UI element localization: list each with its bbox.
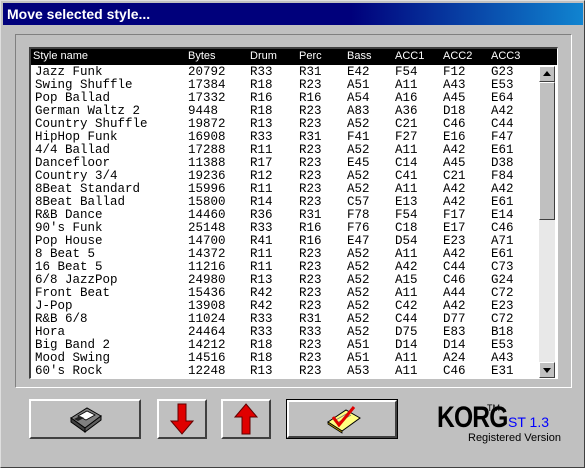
arrow-down-small-icon [543,368,551,373]
cell-style-name: 60's Rock [35,364,103,378]
col-header-style-name: Style name [33,50,89,62]
move-down-button[interactable] [157,399,207,439]
version-label: ST 1.3 [508,414,549,430]
cell-perc: R23 [299,364,322,378]
cell-acc3: E31 [491,364,514,378]
col-header-perc: Perc [299,50,322,62]
col-header-acc1: ACC1 [395,50,425,62]
col-header-drum: Drum [250,50,277,62]
ok-button[interactable] [286,399,398,439]
scroll-up-button[interactable] [539,66,555,82]
cell-bytes: 12248 [188,364,226,378]
trademark-mark: TM [487,403,500,413]
scroll-down-button[interactable] [539,362,555,378]
floppy-disk-icon [70,407,102,433]
col-header-acc3: ACC3 [491,50,521,62]
vertical-scrollbar[interactable] [539,66,555,378]
style-listbox[interactable]: Style name Bytes Drum Perc Bass ACC1 ACC… [29,47,558,379]
window-title: Move selected style... [7,6,151,22]
check-document-icon [327,406,361,434]
cell-acc1: A11 [395,364,418,378]
col-header-bytes: Bytes [188,50,216,62]
title-bar[interactable]: Move selected style... [3,3,583,25]
col-header-acc2: ACC2 [443,50,473,62]
cell-bass: A53 [347,364,370,378]
cell-acc2: C46 [443,364,466,378]
list-header: Style name Bytes Drum Perc Bass ACC1 ACC… [31,49,557,65]
move-style-dialog: Move selected style... Style name Bytes … [0,0,585,468]
style-rows: Jazz Funk 20792 R33 R31 E42 F54 F12 G23 Swing Sh… [31,66,539,378]
arrow-down-icon [170,403,194,435]
move-up-button[interactable] [221,399,271,439]
col-header-bass: Bass [347,50,372,62]
arrow-up-small-icon [543,71,551,76]
arrow-up-icon [234,403,258,435]
registration-label: Registered Version [468,432,561,444]
style-row[interactable]: 60's Rock 12248 R13 R23 A53 A11 C46 E31 [31,365,539,378]
scroll-thumb[interactable] [539,82,555,220]
korg-logo: KORG TM ST 1.3 Registered Version [437,401,577,447]
save-disk-button[interactable] [29,399,141,439]
cell-drum: R13 [250,364,273,378]
